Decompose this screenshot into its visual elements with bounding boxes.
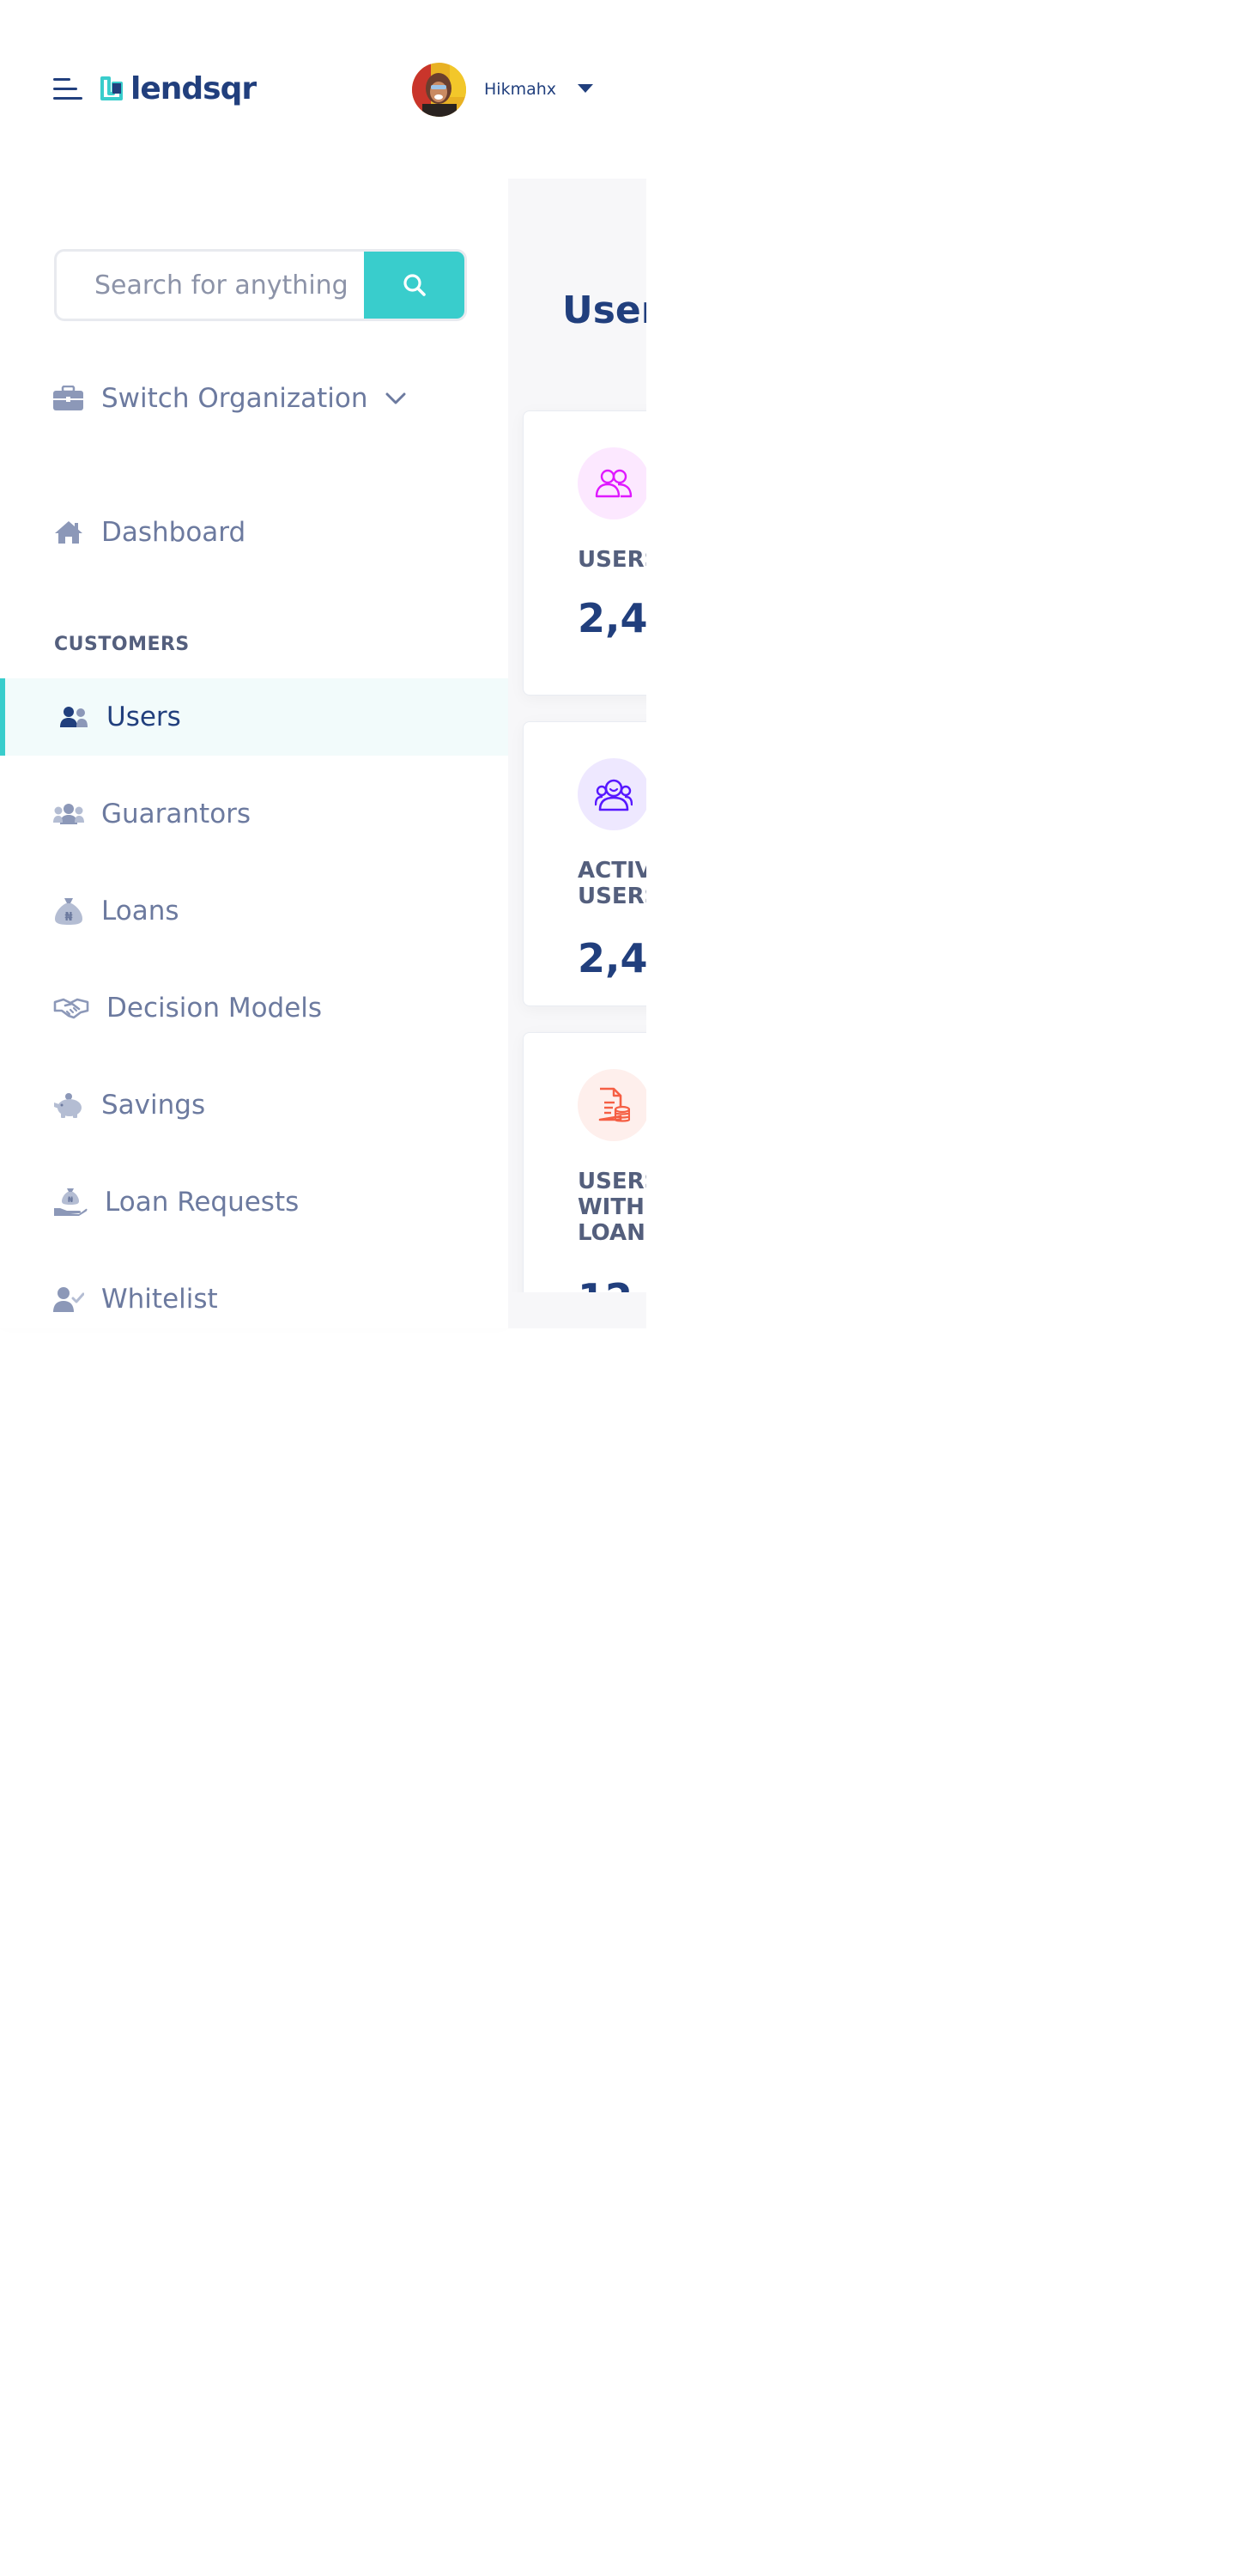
loans-doc-icon (578, 1069, 646, 1141)
menu-icon[interactable] (53, 76, 84, 103)
stat-card-users: USERS 2,453 (523, 410, 646, 696)
sidebar-item-label: Loans (101, 896, 179, 927)
switch-organization-label: Switch Organization (101, 383, 368, 414)
avatar[interactable] (412, 63, 466, 117)
handshake-icon (53, 998, 89, 1019)
user-check-icon (53, 1287, 84, 1312)
sidebar-item-label: Users (106, 702, 181, 732)
sidebar-item-users[interactable]: Users (0, 678, 508, 756)
search-bar (54, 249, 467, 321)
lendsqr-logo-icon (100, 76, 123, 100)
sidebar-item-dashboard[interactable]: Dashboard (0, 494, 508, 571)
sidebar-item-label: Decision Models (106, 993, 323, 1024)
content-fade (508, 1292, 646, 1328)
users-icon (60, 707, 88, 727)
stat-value: 2,453 (578, 595, 646, 641)
search-icon (403, 274, 426, 296)
hand-bag-icon: ₦ (54, 1188, 88, 1216)
stat-label: USERS WITH LOANS (578, 1169, 646, 1246)
svg-text:₦: ₦ (68, 1196, 74, 1205)
active-users-icon (578, 758, 646, 830)
stat-label: ACTIVE USERS (578, 858, 646, 909)
sidebar-item-label: Loan Requests (105, 1187, 300, 1218)
briefcase-icon (53, 386, 83, 410)
top-navbar: lendsqr Hikmahx (0, 0, 646, 179)
svg-text:₦: ₦ (64, 911, 72, 924)
username[interactable]: Hikmahx (484, 79, 556, 100)
switch-organization-dropdown[interactable]: Switch Organization (53, 380, 406, 417)
logo[interactable]: lendsqr (100, 70, 257, 108)
sidebar-item-guarantors[interactable]: Guarantors (0, 775, 508, 853)
caret-down-icon[interactable] (578, 84, 593, 93)
search-input[interactable] (57, 252, 367, 319)
sidebar-item-whitelist[interactable]: Whitelist (0, 1261, 508, 1338)
sidebar: Switch Organization Dashboard CUSTOMERS … (0, 179, 508, 1328)
sidebar-item-label: Dashboard (101, 517, 246, 548)
home-icon (55, 521, 82, 544)
stat-value: 2,453 (578, 935, 646, 981)
section-title-customers: CUSTOMERS (54, 634, 190, 655)
sidebar-item-decision-models[interactable]: Decision Models (0, 969, 508, 1047)
stat-card-active-users: ACTIVE USERS 2,453 (523, 721, 646, 1006)
sidebar-item-loans[interactable]: ₦ Loans (0, 872, 508, 950)
page-title: Users (562, 289, 646, 332)
piggy-bank-icon (54, 1093, 82, 1118)
stat-card-users-with-loans: USERS WITH LOANS 12,453 (523, 1032, 646, 1328)
guarantors-icon (53, 804, 84, 824)
sidebar-item-savings[interactable]: Savings (0, 1066, 508, 1144)
sidebar-item-loan-requests[interactable]: ₦ Loan Requests (0, 1163, 508, 1241)
users-icon (578, 447, 646, 519)
sidebar-item-label: Savings (101, 1090, 206, 1121)
logo-text: lendsqr (130, 71, 257, 106)
main-content: Users USERS 2,453 ACTIVE USERS 2,45 (508, 179, 646, 1328)
chevron-down-icon (385, 392, 406, 404)
sidebar-item-label: Guarantors (101, 799, 251, 829)
sidebar-item-label: Whitelist (101, 1284, 218, 1315)
loan-bag-icon: ₦ (55, 898, 82, 925)
stat-label: USERS (578, 547, 646, 573)
search-button[interactable] (364, 252, 464, 319)
